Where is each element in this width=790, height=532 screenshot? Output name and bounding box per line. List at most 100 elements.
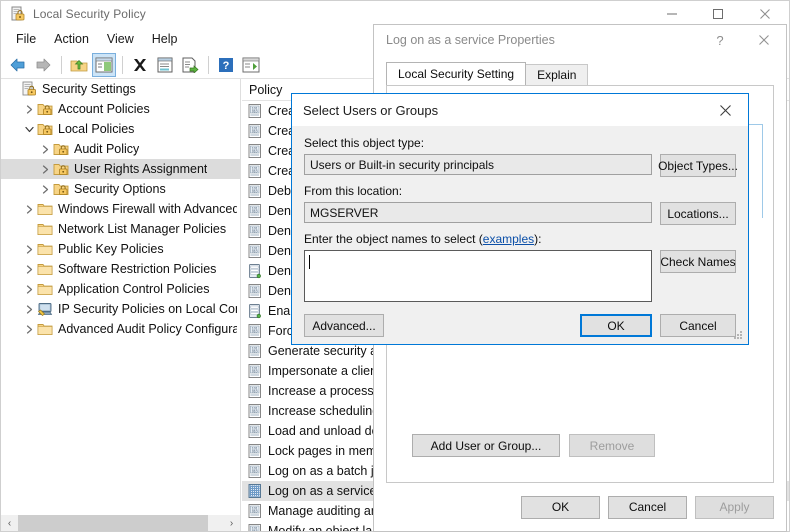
chevron-right-icon[interactable] bbox=[21, 259, 37, 279]
chevron-right-icon[interactable] bbox=[37, 139, 53, 159]
lock-folder-icon bbox=[53, 161, 69, 177]
back-icon[interactable] bbox=[6, 53, 30, 77]
tree-item-label: Account Policies bbox=[58, 102, 150, 116]
chevron-down-icon[interactable] bbox=[21, 119, 37, 139]
policy-icon: 101010 bbox=[247, 343, 263, 359]
lock-folder-icon bbox=[53, 141, 69, 157]
menu-view[interactable]: View bbox=[98, 30, 143, 48]
properties-apply-button: Apply bbox=[695, 495, 774, 519]
console-tree[interactable]: Security Settings Account Policies Local P… bbox=[1, 79, 240, 507]
menu-help[interactable]: Help bbox=[143, 30, 187, 48]
window-title: Local Security Policy bbox=[33, 7, 146, 21]
tree-item-local-policies[interactable]: Local Policies bbox=[1, 119, 240, 139]
advanced-button[interactable]: Advanced... bbox=[304, 314, 384, 337]
forward-icon[interactable] bbox=[31, 53, 55, 77]
svg-text:?: ? bbox=[223, 60, 230, 72]
select-users-dialog-title: Select Users or Groups bbox=[303, 102, 439, 118]
chevron-right-icon[interactable] bbox=[21, 239, 37, 259]
ipsec-icon bbox=[37, 301, 53, 317]
toolbar-separator bbox=[122, 55, 123, 74]
scroll-left-icon[interactable]: ‹ bbox=[1, 514, 18, 531]
tree-item-audit-policy[interactable]: Audit Policy bbox=[1, 139, 240, 159]
tree-item-ip-security-policies-on-local-computer[interactable]: IP Security Policies on Local Computer bbox=[1, 299, 240, 319]
lock-folder-icon bbox=[37, 101, 53, 117]
view-list-icon[interactable] bbox=[239, 53, 263, 77]
policy-icon: 101010 bbox=[247, 243, 263, 259]
tree-item-security-settings[interactable]: Security Settings bbox=[1, 79, 240, 99]
tree-item-network-list-manager-policies[interactable]: Network List Manager Policies bbox=[1, 219, 240, 239]
chevron-right-icon[interactable] bbox=[21, 99, 37, 119]
policy-icon: 101010 bbox=[247, 503, 263, 519]
examples-link[interactable]: examples bbox=[483, 232, 534, 246]
chevron-right-icon[interactable] bbox=[21, 199, 37, 219]
folder-icon bbox=[37, 281, 53, 297]
chevron-right-icon[interactable] bbox=[37, 159, 53, 179]
delete-icon[interactable] bbox=[128, 53, 152, 77]
svg-text:010: 010 bbox=[252, 529, 258, 531]
chevron-right-icon[interactable] bbox=[21, 319, 37, 339]
tree-item-advanced-audit-policy-configuration[interactable]: Advanced Audit Policy Configuration bbox=[1, 319, 240, 339]
scrollbar-track[interactable] bbox=[18, 514, 223, 531]
properties-ok-button[interactable]: OK bbox=[521, 495, 600, 519]
tree-item-security-options[interactable]: Security Options bbox=[1, 179, 240, 199]
policy-icon: 101010 bbox=[247, 323, 263, 339]
properties-cancel-button[interactable]: Cancel bbox=[608, 495, 687, 519]
tab-local-security-setting[interactable]: Local Security Setting bbox=[386, 62, 527, 85]
select-users-body: Select this object type: Users or Built-… bbox=[292, 126, 748, 344]
locations-button[interactable]: Locations... bbox=[660, 202, 736, 225]
object-type-field[interactable]: Users or Built-in security principals bbox=[304, 154, 652, 175]
tab-explain[interactable]: Explain bbox=[525, 64, 589, 85]
chevron-right-icon[interactable] bbox=[21, 279, 37, 299]
tree-item-label: Security Settings bbox=[42, 82, 136, 96]
location-field[interactable]: MGSERVER bbox=[304, 202, 652, 223]
console-tree-pane: Security Settings Account Policies Local P… bbox=[1, 79, 241, 531]
tree-item-application-control-policies[interactable]: Application Control Policies bbox=[1, 279, 240, 299]
folder-icon bbox=[37, 321, 53, 337]
chevron-right-icon[interactable] bbox=[21, 299, 37, 319]
resize-grip-icon[interactable] bbox=[734, 331, 744, 341]
up-folder-icon[interactable] bbox=[67, 53, 91, 77]
select-users-ok-button[interactable]: OK bbox=[580, 314, 652, 337]
scroll-right-icon[interactable]: › bbox=[223, 514, 240, 531]
properties-dialog-title: Log on as a service Properties bbox=[386, 33, 555, 47]
object-names-input[interactable] bbox=[304, 250, 652, 302]
tree-item-label: Application Control Policies bbox=[58, 282, 210, 296]
tree-item-label: IP Security Policies on Local Computer bbox=[58, 302, 237, 316]
add-user-or-group-button[interactable]: Add User or Group... bbox=[412, 434, 560, 457]
chevron-right-icon[interactable] bbox=[37, 179, 53, 199]
tree-item-user-rights-assignment[interactable]: User Rights Assignment bbox=[1, 159, 240, 179]
svg-text:010: 010 bbox=[252, 249, 258, 253]
scrollbar-thumb[interactable] bbox=[18, 514, 208, 531]
screen: Local Security Policy File Action View H… bbox=[0, 0, 790, 532]
object-type-label: Select this object type: bbox=[304, 136, 425, 150]
security-settings-icon bbox=[21, 81, 37, 97]
svg-text:010: 010 bbox=[252, 349, 258, 353]
tree-item-account-policies[interactable]: Account Policies bbox=[1, 99, 240, 119]
close-icon[interactable] bbox=[742, 25, 786, 55]
policy-icon: 101010 bbox=[247, 523, 263, 531]
show-hide-tree-icon[interactable] bbox=[92, 52, 116, 77]
svg-text:010: 010 bbox=[252, 229, 258, 233]
select-users-cancel-button[interactable]: Cancel bbox=[660, 314, 736, 337]
help-icon[interactable]: ? bbox=[214, 53, 238, 77]
policy-icon: 101010 bbox=[247, 383, 263, 399]
toolbar-separator bbox=[208, 55, 209, 74]
object-types-button[interactable]: Object Types... bbox=[658, 154, 738, 177]
tree-item-public-key-policies[interactable]: Public Key Policies bbox=[1, 239, 240, 259]
policy-icon: 101010 bbox=[247, 363, 263, 379]
policy-icon: 101010 bbox=[247, 403, 263, 419]
properties-icon[interactable] bbox=[153, 53, 177, 77]
menu-action[interactable]: Action bbox=[45, 30, 98, 48]
tree-item-software-restriction-policies[interactable]: Software Restriction Policies bbox=[1, 259, 240, 279]
policy-icon: 101010 bbox=[247, 423, 263, 439]
close-icon[interactable] bbox=[703, 94, 748, 126]
context-help-icon[interactable]: ? bbox=[698, 25, 742, 55]
folder-icon bbox=[37, 241, 53, 257]
export-list-icon[interactable] bbox=[178, 53, 202, 77]
check-names-button[interactable]: Check Names bbox=[660, 250, 736, 273]
svg-text:010: 010 bbox=[252, 169, 258, 173]
menu-file[interactable]: File bbox=[7, 30, 45, 48]
tree-item-windows-firewall-with-advanced-security[interactable]: Windows Firewall with Advanced Security bbox=[1, 199, 240, 219]
tree-horizontal-scrollbar[interactable]: ‹ › bbox=[1, 514, 240, 531]
